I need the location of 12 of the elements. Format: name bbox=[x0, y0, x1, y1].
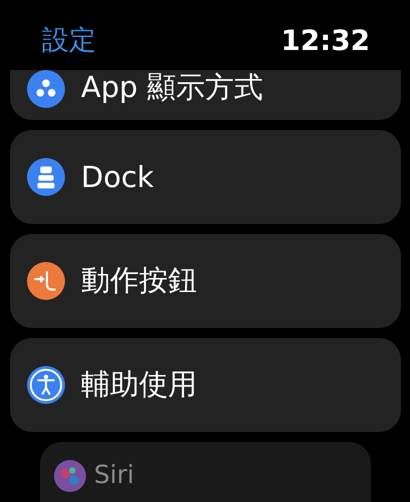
back-link[interactable]: 設定 bbox=[42, 22, 96, 58]
item-label: 輔助使用 bbox=[81, 366, 197, 403]
settings-item[interactable]: Siri bbox=[40, 442, 371, 502]
settings-item[interactable]: Dock bbox=[10, 130, 401, 224]
settings-item[interactable]: 動作按鈕 bbox=[10, 234, 401, 328]
item-label: Siri bbox=[94, 460, 134, 489]
settings-item[interactable]: App 顯示方式 bbox=[10, 70, 401, 120]
item-label: 動作按鈕 bbox=[81, 262, 197, 299]
clock-time: 12:32 bbox=[280, 24, 370, 56]
item-label: Dock bbox=[81, 160, 154, 194]
item-label: App 顯示方式 bbox=[81, 70, 263, 106]
settings-item[interactable]: 輔助使用 bbox=[10, 338, 401, 432]
